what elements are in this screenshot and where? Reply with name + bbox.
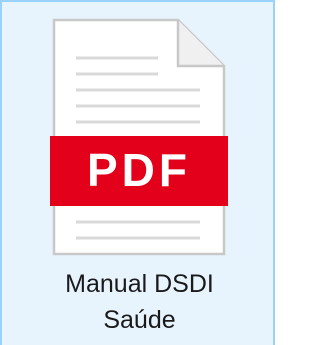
- pdf-badge-text: PDF: [87, 144, 191, 196]
- file-item[interactable]: PDF Manual DSDI Saúde: [0, 0, 275, 345]
- file-name-label: Manual DSDI Saúde: [65, 270, 214, 334]
- pdf-file-icon: PDF: [50, 18, 228, 256]
